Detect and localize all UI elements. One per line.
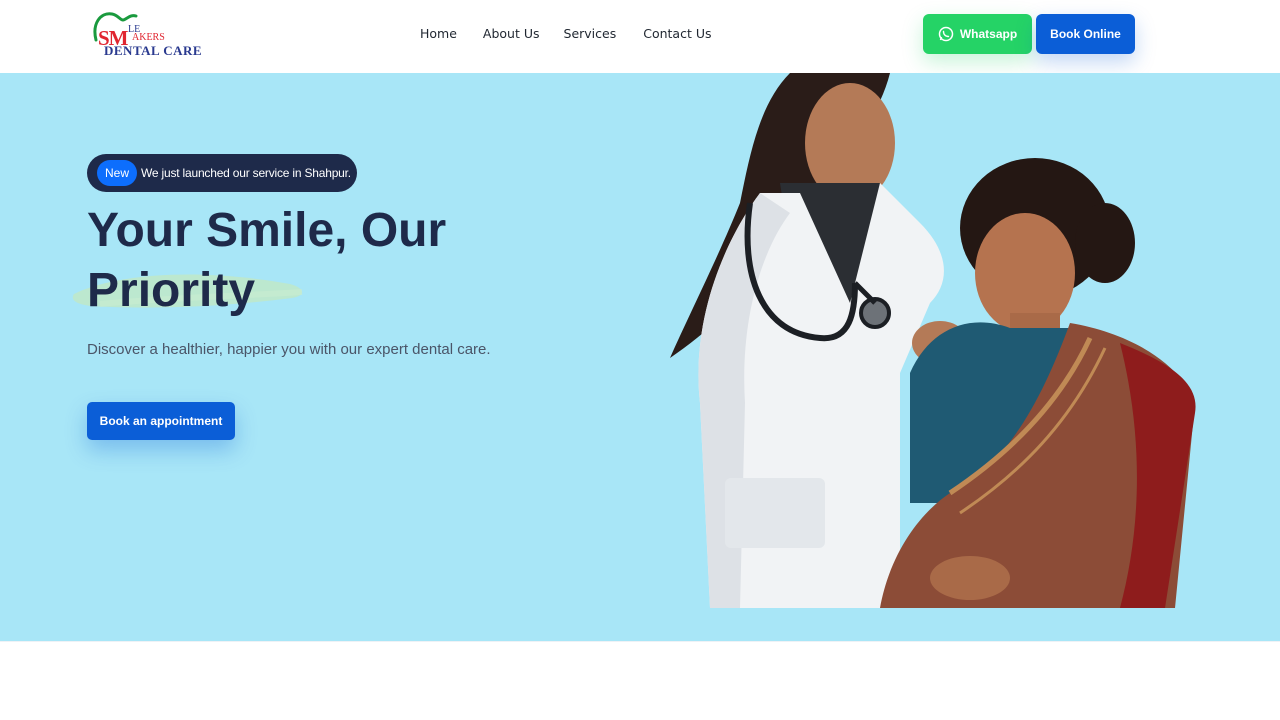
site-header: SM LE AKERS DENTAL CARE Home About Us Se… [0,0,1280,73]
logo-akers-text: AKERS [132,32,165,43]
logo-subtitle: DENTAL CARE [104,43,203,58]
headline-line-2: Priority [87,264,256,317]
hero-subtitle: Discover a healthier, happier you with o… [87,341,491,358]
hero-headline: Your Smile, Our Priority [87,201,507,321]
nav-services[interactable]: Services [564,26,617,41]
brand-logo[interactable]: SM LE AKERS DENTAL CARE [90,10,210,60]
whatsapp-icon [938,26,954,42]
main-nav: Home About Us Services Contact Us [420,26,738,41]
announcement-badge: New We just launched our service in Shah… [87,154,357,192]
announcement-text: We just launched our service in Shahpur. [141,166,351,180]
whatsapp-button[interactable]: Whatsapp [923,14,1032,54]
book-online-label: Book Online [1050,27,1121,41]
below-fold-section [0,641,1280,720]
book-appointment-label: Book an appointment [99,414,223,428]
doctor-patient-image [670,73,1196,608]
nav-about-us[interactable]: About Us [483,26,540,41]
whatsapp-label: Whatsapp [959,27,1018,41]
nav-home[interactable]: Home [420,26,457,41]
book-appointment-button[interactable]: Book an appointment [87,402,235,440]
nav-contact-us[interactable]: Contact Us [643,26,711,41]
headline-line-1: Your Smile, Our [87,204,447,257]
hero-section: New We just launched our service in Shah… [0,73,1280,641]
book-online-button[interactable]: Book Online [1036,14,1135,54]
new-pill: New [97,160,138,186]
